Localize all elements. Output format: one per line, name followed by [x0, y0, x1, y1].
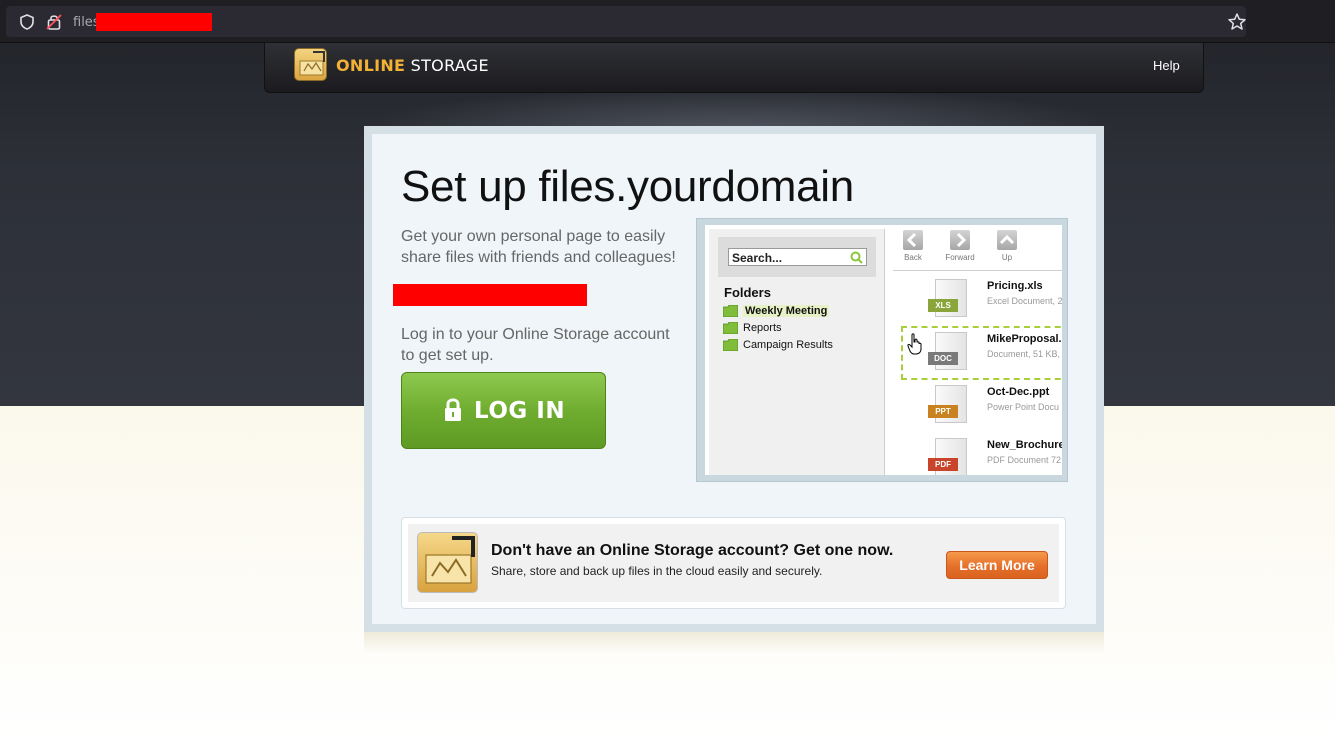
- file-name: Pricing.xls: [987, 280, 1043, 292]
- folder-item: Reports: [723, 321, 833, 338]
- learn-more-button[interactable]: Learn More: [946, 551, 1048, 579]
- card-shadow: [364, 632, 1104, 654]
- brand-name[interactable]: ONLINE STORAGE: [336, 56, 489, 75]
- login-button-label: LOG IN: [474, 398, 566, 424]
- file-type-badge: XLS: [928, 299, 958, 312]
- preview-forward-button: Forward: [940, 230, 980, 262]
- file-type-badge: DOC: [928, 352, 958, 365]
- folder-item: Campaign Results: [723, 338, 833, 355]
- address-bar[interactable]: files: [6, 6, 1246, 37]
- chevron-right-icon: [950, 230, 970, 250]
- file-name: Oct-Dec.ppt: [987, 386, 1050, 398]
- intro-text: Get your own personal page to easily sha…: [401, 228, 676, 266]
- file-type-badge: PDF: [928, 458, 958, 471]
- app-logo-icon[interactable]: [294, 48, 327, 81]
- file-meta: Power Point Docu: [987, 402, 1060, 412]
- file-name: MikeProposal.d: [987, 333, 1062, 345]
- search-icon: [850, 251, 863, 264]
- login-prompt: Log in to your Online Storage account to…: [401, 326, 670, 364]
- login-button[interactable]: LOG IN: [401, 372, 606, 449]
- divider: [893, 270, 1062, 271]
- redaction-box: [96, 13, 212, 31]
- signup-promo: Don't have an Online Storage account? Ge…: [401, 517, 1066, 609]
- preview-search-input: Search...: [728, 248, 867, 266]
- page-title: Set up files.yourdomain: [401, 162, 854, 211]
- nav-label: Forward: [945, 253, 975, 262]
- brand-name-part1: ONLINE: [336, 56, 406, 75]
- chevron-left-icon: [903, 230, 923, 250]
- folder-item: Weekly Meeting: [723, 304, 833, 321]
- star-icon[interactable]: [1227, 12, 1247, 32]
- file-row: PPT Oct-Dec.ppt Power Point Docu: [925, 381, 1062, 429]
- promo-subtitle: Share, store and back up files in the cl…: [491, 564, 823, 578]
- folder-icon: [723, 339, 738, 351]
- doc-file-icon: DOC: [928, 332, 967, 370]
- hand-cursor-icon: [907, 333, 922, 355]
- preview-toolbar: Back Forward Up: [901, 230, 1061, 268]
- browser-toolbar: files: [0, 0, 1335, 43]
- preview-sidebar: Search... Folders Weekly Meeting Reports…: [709, 229, 885, 475]
- signup-promo-body: Don't have an Online Storage account? Ge…: [408, 524, 1059, 602]
- site-header: ONLINE STORAGE Help: [264, 43, 1204, 93]
- file-meta: Document, 51 KB,: [987, 349, 1061, 359]
- lock-warning-icon[interactable]: [46, 13, 62, 30]
- redaction-box: [393, 284, 587, 306]
- brand-name-part2: STORAGE: [410, 56, 489, 75]
- file-meta: PDF Document 72: [987, 455, 1062, 465]
- folder-label: Weekly Meeting: [743, 305, 830, 317]
- file-meta: Excel Document, 2: [987, 296, 1062, 306]
- folder-list: Weekly Meeting Reports Campaign Results: [723, 304, 833, 355]
- folder-label: Campaign Results: [743, 339, 833, 351]
- app-preview: Search... Folders Weekly Meeting Reports…: [696, 218, 1068, 482]
- setup-card-body: Set up files.yourdomain Get your own per…: [372, 134, 1096, 624]
- app-preview-window: Search... Folders Weekly Meeting Reports…: [705, 225, 1062, 475]
- file-row: XLS Pricing.xls Excel Document, 2: [925, 275, 1062, 323]
- nav-label: Up: [1001, 253, 1013, 262]
- file-row: PDF New_Brochure. PDF Document 72: [925, 434, 1062, 475]
- nav-label: Back: [904, 253, 922, 262]
- chevron-up-icon: [997, 230, 1017, 250]
- folder-icon: [723, 305, 738, 317]
- help-link[interactable]: Help: [1153, 58, 1180, 73]
- file-row: DOC MikeProposal.d Document, 51 KB,: [925, 328, 1062, 376]
- setup-card: Set up files.yourdomain Get your own per…: [364, 126, 1104, 632]
- app-logo-icon: [417, 532, 478, 593]
- promo-title: Don't have an Online Storage account? Ge…: [491, 542, 894, 559]
- folder-label: Reports: [743, 322, 782, 334]
- lock-icon: [445, 398, 461, 421]
- preview-back-button: Back: [893, 230, 933, 262]
- shield-icon[interactable]: [19, 14, 35, 30]
- folders-heading: Folders: [724, 285, 771, 300]
- preview-search-placeholder: Search...: [732, 251, 783, 265]
- xls-file-icon: XLS: [928, 279, 967, 317]
- preview-search-area: Search...: [718, 237, 876, 277]
- file-type-badge: PPT: [928, 405, 958, 418]
- ppt-file-icon: PPT: [928, 385, 967, 423]
- folder-icon: [723, 322, 738, 334]
- pdf-file-icon: PDF: [928, 438, 967, 475]
- preview-up-button: Up: [987, 230, 1027, 262]
- file-name: New_Brochure.: [987, 439, 1062, 451]
